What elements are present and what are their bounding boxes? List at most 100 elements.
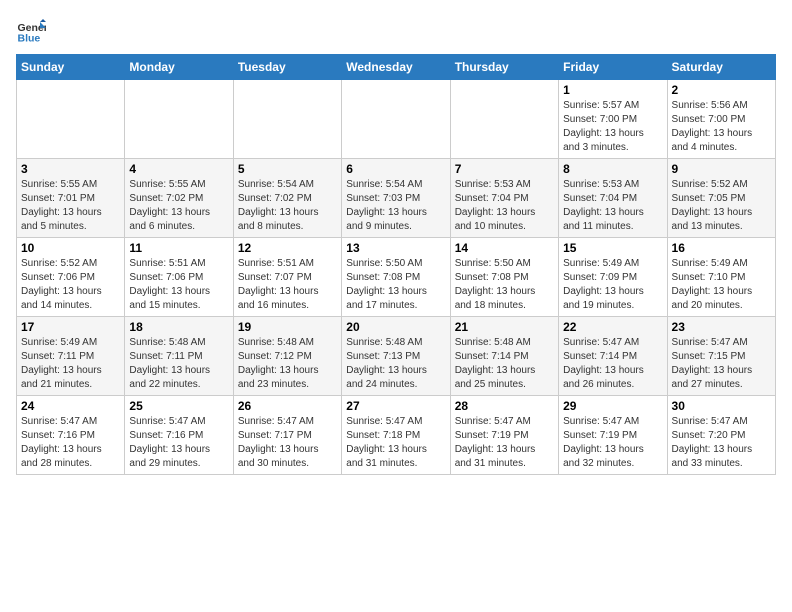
calendar-cell bbox=[342, 80, 450, 159]
calendar-table: SundayMondayTuesdayWednesdayThursdayFrid… bbox=[16, 54, 776, 475]
calendar-cell: 9 Sunrise: 5:52 AM Sunset: 7:05 PM Daylig… bbox=[667, 159, 775, 238]
day-number: 19 bbox=[238, 320, 337, 334]
day-number: 27 bbox=[346, 399, 445, 413]
day-number: 20 bbox=[346, 320, 445, 334]
weekday-header: Friday bbox=[559, 55, 667, 80]
logo: General Blue bbox=[16, 16, 50, 46]
day-info: Sunrise: 5:49 AM Sunset: 7:09 PM Dayligh… bbox=[563, 257, 662, 313]
day-info: Sunrise: 5:52 AM Sunset: 7:06 PM Dayligh… bbox=[21, 257, 120, 313]
day-number: 18 bbox=[129, 320, 228, 334]
day-number: 12 bbox=[238, 241, 337, 255]
day-number: 5 bbox=[238, 162, 337, 176]
calendar-cell: 13 Sunrise: 5:50 AM Sunset: 7:08 PM Dayli… bbox=[342, 238, 450, 317]
calendar-week-row: 1 Sunrise: 5:57 AM Sunset: 7:00 PM Daylig… bbox=[17, 80, 776, 159]
day-number: 24 bbox=[21, 399, 120, 413]
day-info: Sunrise: 5:47 AM Sunset: 7:16 PM Dayligh… bbox=[21, 415, 120, 471]
day-number: 6 bbox=[346, 162, 445, 176]
day-number: 1 bbox=[563, 83, 662, 97]
day-number: 7 bbox=[455, 162, 554, 176]
day-info: Sunrise: 5:50 AM Sunset: 7:08 PM Dayligh… bbox=[346, 257, 445, 313]
day-info: Sunrise: 5:47 AM Sunset: 7:19 PM Dayligh… bbox=[563, 415, 662, 471]
day-info: Sunrise: 5:55 AM Sunset: 7:02 PM Dayligh… bbox=[129, 178, 228, 234]
day-info: Sunrise: 5:47 AM Sunset: 7:15 PM Dayligh… bbox=[672, 336, 771, 392]
calendar-cell: 17 Sunrise: 5:49 AM Sunset: 7:11 PM Dayli… bbox=[17, 317, 125, 396]
calendar-cell bbox=[17, 80, 125, 159]
day-info: Sunrise: 5:47 AM Sunset: 7:16 PM Dayligh… bbox=[129, 415, 228, 471]
day-number: 9 bbox=[672, 162, 771, 176]
calendar-cell: 8Sunrise: 5:53 AM Sunset: 7:04 PM Daylig… bbox=[559, 159, 667, 238]
day-info: Sunrise: 5:47 AM Sunset: 7:20 PM Dayligh… bbox=[672, 415, 771, 471]
day-number: 10 bbox=[21, 241, 120, 255]
day-number: 23 bbox=[672, 320, 771, 334]
day-number: 29 bbox=[563, 399, 662, 413]
day-info: Sunrise: 5:55 AM Sunset: 7:01 PM Dayligh… bbox=[21, 178, 120, 234]
calendar-cell: 5Sunrise: 5:54 AM Sunset: 7:02 PM Daylig… bbox=[233, 159, 341, 238]
weekday-header: Sunday bbox=[17, 55, 125, 80]
day-info: Sunrise: 5:50 AM Sunset: 7:08 PM Dayligh… bbox=[455, 257, 554, 313]
logo-icon: General Blue bbox=[16, 16, 46, 46]
calendar-cell: 20 Sunrise: 5:48 AM Sunset: 7:13 PM Dayli… bbox=[342, 317, 450, 396]
calendar-cell bbox=[233, 80, 341, 159]
weekday-header: Tuesday bbox=[233, 55, 341, 80]
day-info: Sunrise: 5:47 AM Sunset: 7:17 PM Dayligh… bbox=[238, 415, 337, 471]
calendar-cell bbox=[450, 80, 558, 159]
day-number: 17 bbox=[21, 320, 120, 334]
day-number: 16 bbox=[672, 241, 771, 255]
calendar-cell: 14 Sunrise: 5:50 AM Sunset: 7:08 PM Dayli… bbox=[450, 238, 558, 317]
day-info: Sunrise: 5:49 AM Sunset: 7:11 PM Dayligh… bbox=[21, 336, 120, 392]
calendar-cell: 28 Sunrise: 5:47 AM Sunset: 7:19 PM Dayli… bbox=[450, 396, 558, 475]
calendar-cell: 4 Sunrise: 5:55 AM Sunset: 7:02 PM Daylig… bbox=[125, 159, 233, 238]
calendar-cell: 2 Sunrise: 5:56 AM Sunset: 7:00 PM Daylig… bbox=[667, 80, 775, 159]
day-number: 30 bbox=[672, 399, 771, 413]
day-number: 4 bbox=[129, 162, 228, 176]
calendar-cell: 18 Sunrise: 5:48 AM Sunset: 7:11 PM Dayli… bbox=[125, 317, 233, 396]
calendar-cell: 26 Sunrise: 5:47 AM Sunset: 7:17 PM Dayli… bbox=[233, 396, 341, 475]
calendar-week-row: 10 Sunrise: 5:52 AM Sunset: 7:06 PM Dayli… bbox=[17, 238, 776, 317]
calendar-cell: 21Sunrise: 5:48 AM Sunset: 7:14 PM Dayli… bbox=[450, 317, 558, 396]
day-number: 26 bbox=[238, 399, 337, 413]
day-number: 14 bbox=[455, 241, 554, 255]
calendar-cell: 23 Sunrise: 5:47 AM Sunset: 7:15 PM Dayli… bbox=[667, 317, 775, 396]
weekday-header: Monday bbox=[125, 55, 233, 80]
day-number: 15 bbox=[563, 241, 662, 255]
day-info: Sunrise: 5:48 AM Sunset: 7:11 PM Dayligh… bbox=[129, 336, 228, 392]
day-info: Sunrise: 5:54 AM Sunset: 7:03 PM Dayligh… bbox=[346, 178, 445, 234]
calendar-week-row: 3 Sunrise: 5:55 AM Sunset: 7:01 PM Daylig… bbox=[17, 159, 776, 238]
day-info: Sunrise: 5:47 AM Sunset: 7:18 PM Dayligh… bbox=[346, 415, 445, 471]
day-info: Sunrise: 5:57 AM Sunset: 7:00 PM Dayligh… bbox=[563, 99, 662, 155]
calendar-cell: 12 Sunrise: 5:51 AM Sunset: 7:07 PM Dayli… bbox=[233, 238, 341, 317]
day-info: Sunrise: 5:49 AM Sunset: 7:10 PM Dayligh… bbox=[672, 257, 771, 313]
day-number: 11 bbox=[129, 241, 228, 255]
calendar-cell: 15 Sunrise: 5:49 AM Sunset: 7:09 PM Dayli… bbox=[559, 238, 667, 317]
day-info: Sunrise: 5:53 AM Sunset: 7:04 PM Dayligh… bbox=[455, 178, 554, 234]
calendar-week-row: 17 Sunrise: 5:49 AM Sunset: 7:11 PM Dayli… bbox=[17, 317, 776, 396]
calendar-cell: 1 Sunrise: 5:57 AM Sunset: 7:00 PM Daylig… bbox=[559, 80, 667, 159]
day-number: 13 bbox=[346, 241, 445, 255]
day-info: Sunrise: 5:47 AM Sunset: 7:19 PM Dayligh… bbox=[455, 415, 554, 471]
day-info: Sunrise: 5:47 AM Sunset: 7:14 PM Dayligh… bbox=[563, 336, 662, 392]
calendar-cell: 22 Sunrise: 5:47 AM Sunset: 7:14 PM Dayli… bbox=[559, 317, 667, 396]
calendar-cell: 6 Sunrise: 5:54 AM Sunset: 7:03 PM Daylig… bbox=[342, 159, 450, 238]
day-number: 3 bbox=[21, 162, 120, 176]
day-info: Sunrise: 5:56 AM Sunset: 7:00 PM Dayligh… bbox=[672, 99, 771, 155]
calendar-cell: 19 Sunrise: 5:48 AM Sunset: 7:12 PM Dayli… bbox=[233, 317, 341, 396]
day-info: Sunrise: 5:51 AM Sunset: 7:07 PM Dayligh… bbox=[238, 257, 337, 313]
calendar-cell bbox=[125, 80, 233, 159]
day-info: Sunrise: 5:48 AM Sunset: 7:13 PM Dayligh… bbox=[346, 336, 445, 392]
day-info: Sunrise: 5:53 AM Sunset: 7:04 PM Dayligh… bbox=[563, 178, 662, 234]
day-info: Sunrise: 5:48 AM Sunset: 7:12 PM Dayligh… bbox=[238, 336, 337, 392]
day-number: 22 bbox=[563, 320, 662, 334]
page-header: General Blue bbox=[16, 16, 776, 46]
weekday-header: Thursday bbox=[450, 55, 558, 80]
day-number: 2 bbox=[672, 83, 771, 97]
calendar-cell: 27 Sunrise: 5:47 AM Sunset: 7:18 PM Dayli… bbox=[342, 396, 450, 475]
day-info: Sunrise: 5:48 AM Sunset: 7:14 PM Dayligh… bbox=[455, 336, 554, 392]
calendar-cell: 11 Sunrise: 5:51 AM Sunset: 7:06 PM Dayli… bbox=[125, 238, 233, 317]
calendar-cell: 29 Sunrise: 5:47 AM Sunset: 7:19 PM Dayli… bbox=[559, 396, 667, 475]
calendar-week-row: 24 Sunrise: 5:47 AM Sunset: 7:16 PM Dayli… bbox=[17, 396, 776, 475]
day-number: 28 bbox=[455, 399, 554, 413]
day-info: Sunrise: 5:52 AM Sunset: 7:05 PM Dayligh… bbox=[672, 178, 771, 234]
calendar-cell: 24 Sunrise: 5:47 AM Sunset: 7:16 PM Dayli… bbox=[17, 396, 125, 475]
day-info: Sunrise: 5:51 AM Sunset: 7:06 PM Dayligh… bbox=[129, 257, 228, 313]
svg-text:Blue: Blue bbox=[18, 33, 41, 45]
